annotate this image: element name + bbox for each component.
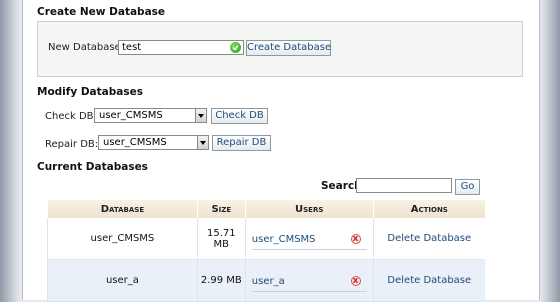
table-header-row: Database Size Users Actions [47,200,485,218]
remove-x-icon[interactable]: x [350,276,361,286]
repair-db-label: Repair DB: [45,139,99,150]
check-db-label: Check DB: [45,111,97,122]
repair-db-select[interactable]: user_CMSMS [98,135,209,150]
create-database-button[interactable]: Create Database [246,40,331,56]
table-row: user_a 2.99 MB user_a x Delete Database [47,259,485,302]
users-cell: user_a x [244,259,374,302]
users-cell: user_CMSMS x [244,218,374,260]
delete-database-link[interactable]: Delete Database [387,233,471,244]
search-input[interactable] [356,178,452,193]
user-divider [251,249,367,250]
delete-database-link[interactable]: Delete Database [387,275,471,286]
current-heading: Current Databases [37,161,148,173]
create-heading: Create New Database [37,6,166,18]
new-database-label: New Database: [48,42,125,53]
database-size: 2.99 MB [196,259,246,302]
chevron-down-icon[interactable] [197,136,208,149]
column-header-size[interactable]: Size [196,200,246,218]
check-db-button[interactable]: Check DB [211,108,268,124]
database-size: 15.71 MB [196,218,246,260]
content-panel: Create New Database New Database: Create… [22,0,540,302]
user-divider [251,291,367,292]
modify-heading: Modify Databases [37,86,143,98]
check-db-select[interactable]: user_CMSMS [94,108,207,123]
database-name: user_CMSMS [47,218,198,260]
create-database-box: New Database: Create Database [37,21,523,77]
repair-db-selected: user_CMSMS [103,137,167,148]
column-header-database[interactable]: Database [47,200,198,218]
user-link[interactable]: user_a [252,276,285,287]
table-row: user_CMSMS 15.71 MB user_CMSMS x Delete … [47,218,485,260]
new-database-input[interactable] [118,40,244,55]
database-name: user_a [47,259,198,302]
column-header-users: Users [244,200,374,218]
check-db-selected: user_CMSMS [99,110,163,121]
column-header-actions: Actions [372,200,485,218]
databases-table: Database Size Users Actions user_CMSMS 1… [47,200,485,302]
go-button[interactable]: Go [455,179,480,195]
chevron-down-icon[interactable] [195,109,206,122]
remove-x-icon[interactable]: x [350,234,361,244]
user-link[interactable]: user_CMSMS [252,234,316,245]
check-circle-icon [230,42,241,53]
repair-db-button[interactable]: Repair DB [212,135,271,151]
